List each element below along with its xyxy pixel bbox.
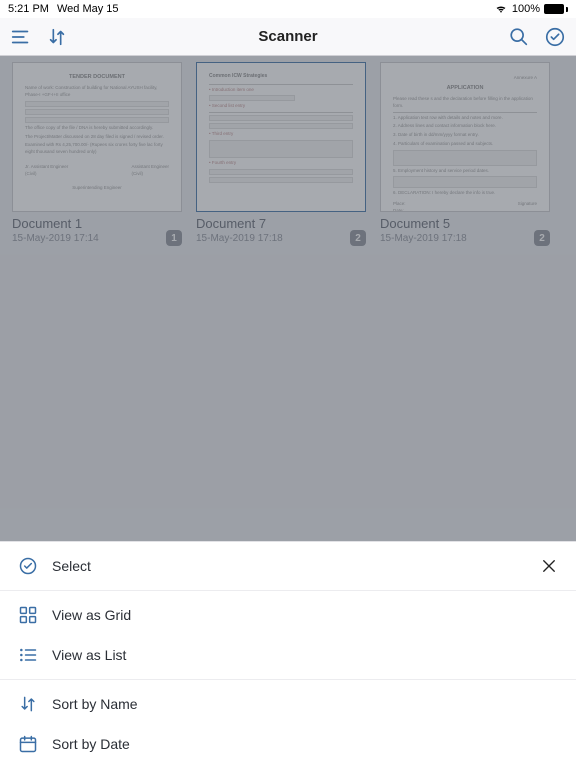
status-date: Wed May 15 (57, 3, 119, 15)
action-label: Sort by Name (52, 696, 138, 712)
select-action[interactable]: Select (52, 558, 91, 574)
sort-arrows-icon (18, 694, 38, 714)
select-mode-icon[interactable] (544, 26, 566, 48)
nav-bar: Scanner (0, 18, 576, 56)
action-label: View as Grid (52, 607, 131, 623)
sort-date-action[interactable]: Sort by Date (0, 724, 576, 764)
battery-percent: 100% (512, 3, 540, 15)
sort-name-action[interactable]: Sort by Name (0, 684, 576, 724)
wifi-icon (494, 4, 508, 14)
action-label: View as List (52, 647, 126, 663)
search-icon[interactable] (508, 26, 530, 48)
menu-icon[interactable] (10, 26, 32, 48)
close-icon[interactable] (540, 557, 558, 575)
check-circle-icon (18, 556, 38, 576)
status-time: 5:21 PM (8, 3, 49, 15)
page-title: Scanner (90, 28, 486, 45)
calendar-icon (18, 734, 38, 754)
action-sheet: Select View as Grid View as List Sort by… (0, 541, 576, 768)
view-grid-action[interactable]: View as Grid (0, 595, 576, 635)
list-icon (18, 645, 38, 665)
view-list-action[interactable]: View as List (0, 635, 576, 675)
dim-overlay[interactable] (0, 56, 576, 565)
status-bar: 5:21 PM Wed May 15 100% (0, 0, 576, 18)
document-grid: TENDER DOCUMENT Name of work: Constructi… (0, 56, 576, 565)
action-label: Sort by Date (52, 736, 130, 752)
battery-icon (544, 4, 568, 14)
grid-icon (18, 605, 38, 625)
sort-icon[interactable] (46, 26, 68, 48)
